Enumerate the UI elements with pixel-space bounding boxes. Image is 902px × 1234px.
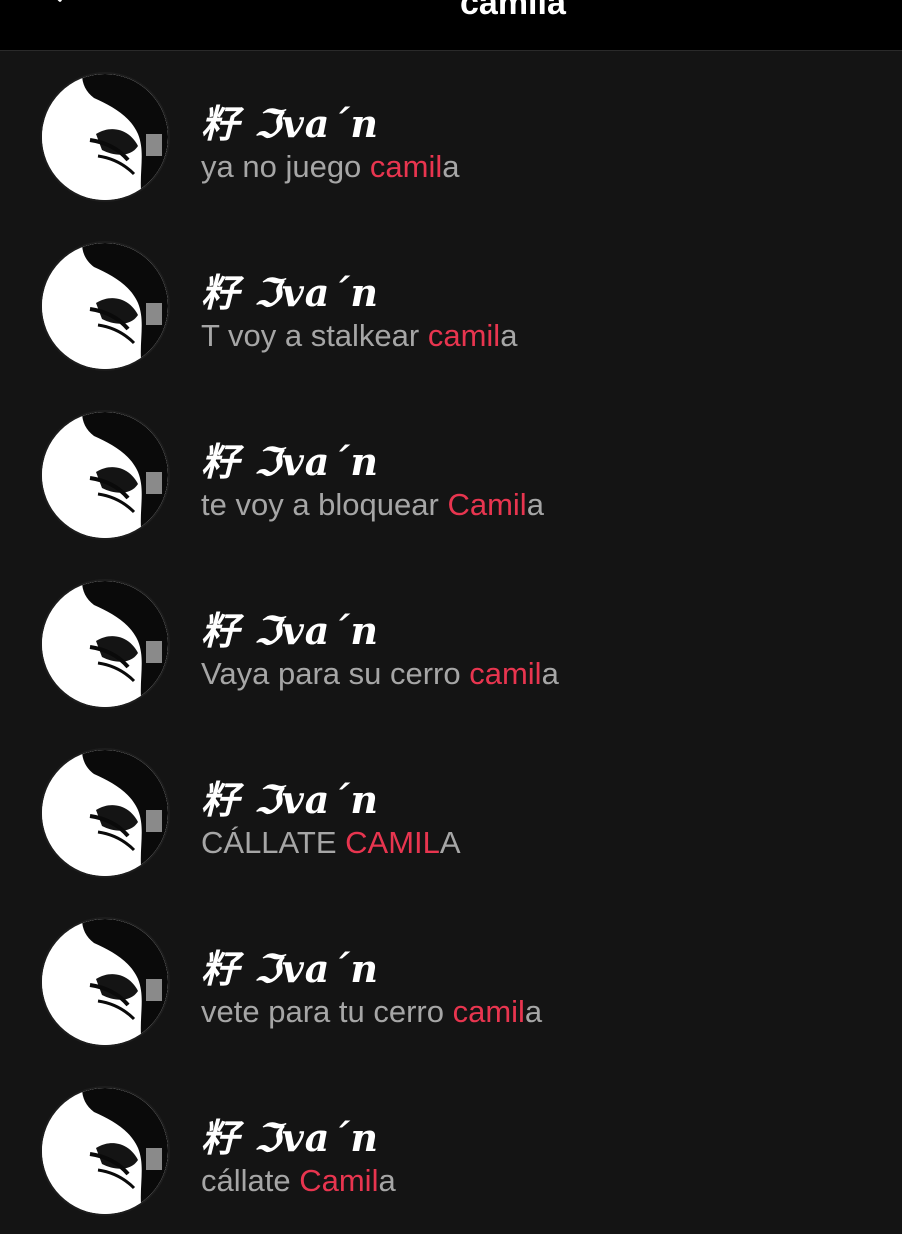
message-text: te voy a bloquear	[201, 487, 448, 522]
avatar[interactable]	[42, 919, 168, 1045]
avatar[interactable]	[42, 412, 168, 538]
sender-name: 籽 ℑva΄n	[201, 608, 380, 653]
message-text: a	[524, 994, 543, 1029]
chevron-left-icon[interactable]	[40, 0, 68, 2]
message-result[interactable]: 籽 ℑva΄n Vaya para su cerro camila	[0, 558, 902, 727]
avatar[interactable]	[42, 74, 168, 200]
search-match: Camil	[299, 1163, 379, 1198]
sender-name: 籽 ℑva΄n	[201, 439, 380, 484]
avatar[interactable]	[42, 1088, 168, 1214]
message-snippet: Vaya para su cerro camila	[201, 656, 559, 692]
message-snippet: cállate Camila	[201, 1163, 396, 1199]
message-text: vete para tu cerro	[201, 994, 453, 1029]
message-snippet: te voy a bloquear Camila	[201, 487, 544, 523]
sender-name: 籽 ℑva΄n	[201, 1115, 380, 1160]
message-text: Vaya para su cerro	[201, 656, 470, 691]
message-text: A	[439, 825, 461, 860]
page-title: camila	[460, 0, 566, 22]
sender-name: 籽 ℑva΄n	[201, 777, 380, 822]
message-result[interactable]: 籽 ℑva΄n CÁLLATE CAMILA	[0, 727, 902, 896]
message-snippet: vete para tu cerro camila	[201, 994, 542, 1030]
search-match: camil	[427, 318, 501, 353]
avatar[interactable]	[42, 243, 168, 369]
message-text: a	[500, 318, 518, 353]
message-text: a	[378, 1163, 396, 1198]
sender-name: 籽 ℑva΄n	[201, 946, 380, 991]
search-results-list: 籽 ℑva΄n ya no juego camila 籽 ℑva΄n T voy…	[0, 51, 902, 1234]
message-result[interactable]: 籽 ℑva΄n cállate Camila	[0, 1065, 902, 1234]
message-text: cállate	[201, 1163, 300, 1198]
message-result[interactable]: 籽 ℑva΄n ya no juego camila	[0, 51, 902, 220]
top-bar: camila	[0, 0, 902, 51]
message-result[interactable]: 籽 ℑva΄n vete para tu cerro camila	[0, 896, 902, 1065]
message-text: ya no juego	[201, 149, 370, 184]
message-text: T voy a stalkear	[201, 318, 428, 353]
message-snippet: CÁLLATE CAMILA	[201, 825, 461, 861]
message-text: a	[442, 149, 460, 184]
message-result[interactable]: 籽 ℑva΄n te voy a bloquear Camila	[0, 389, 902, 558]
avatar[interactable]	[42, 750, 168, 876]
message-result[interactable]: 籽 ℑva΄n T voy a stalkear camila	[0, 220, 902, 389]
search-match: camil	[452, 994, 525, 1029]
search-match: camil	[469, 656, 542, 691]
search-match: Camil	[447, 487, 527, 522]
message-text: CÁLLATE	[201, 825, 346, 860]
message-text: a	[526, 487, 544, 522]
sender-name: 籽 ℑva΄n	[201, 101, 380, 146]
search-match: CAMIL	[345, 825, 440, 860]
message-snippet: ya no juego camila	[201, 149, 460, 185]
message-snippet: T voy a stalkear camila	[201, 318, 517, 354]
sender-name: 籽 ℑva΄n	[201, 270, 380, 315]
message-text: a	[541, 656, 559, 691]
avatar[interactable]	[42, 581, 168, 707]
search-match: camil	[369, 149, 443, 184]
